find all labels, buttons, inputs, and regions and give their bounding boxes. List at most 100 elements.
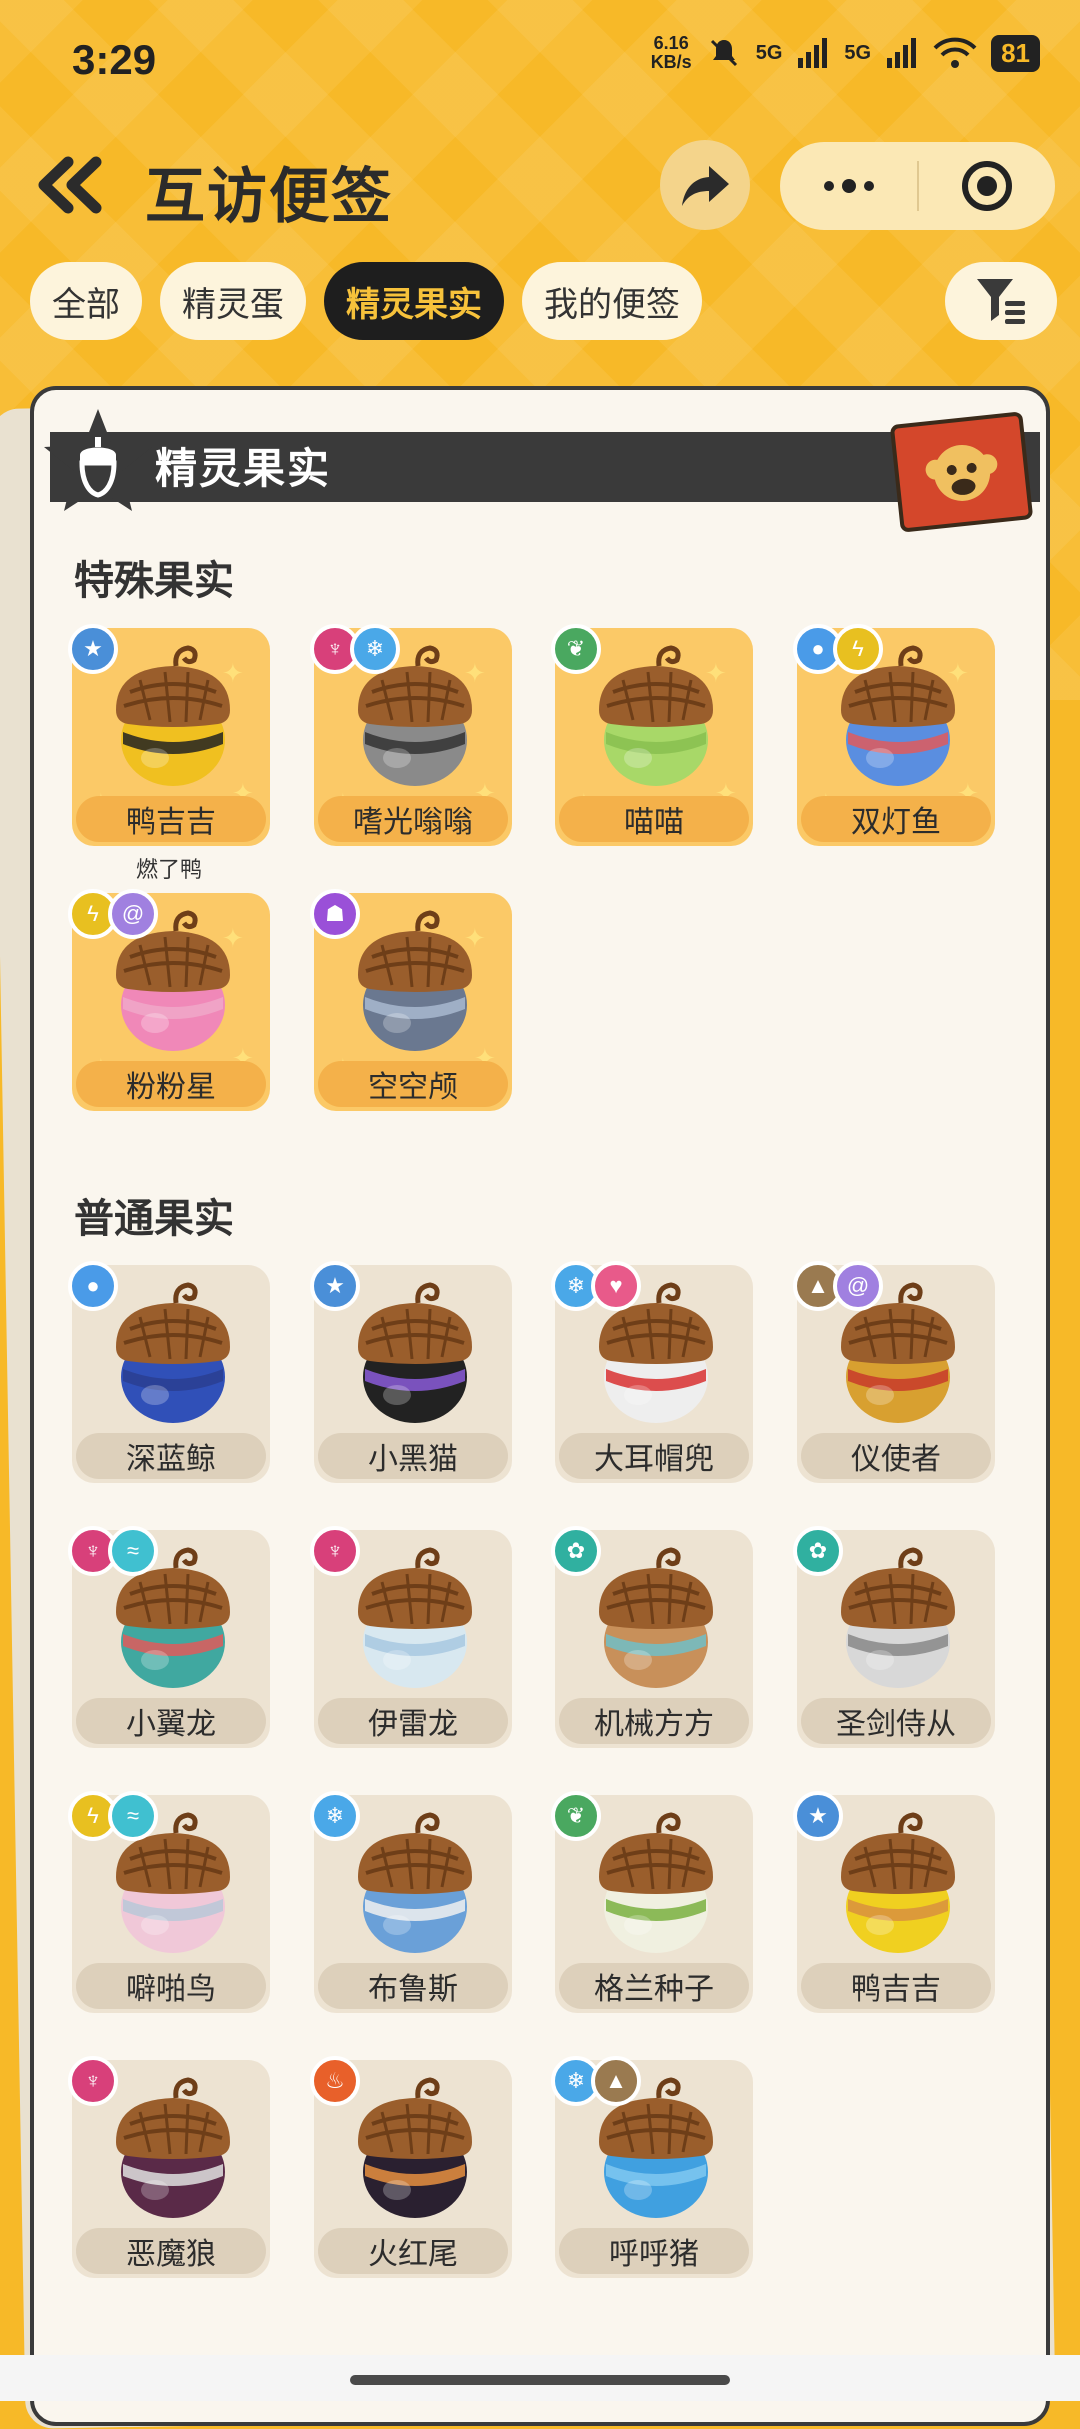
special-fruit-card[interactable]: ✦✦✦●ϟ双灯鱼 — [793, 624, 995, 846]
network-speed-value: 6.16 — [653, 33, 689, 53]
normal-fruit-card[interactable]: ★ 小黑猫 — [310, 1261, 512, 1483]
normal-fruit-card[interactable]: ϟ ≈ 噼啪鸟 — [68, 1791, 270, 2013]
element-badges: ★ — [793, 1791, 843, 1841]
normal-fruit-card[interactable]: ❄ 布鲁斯 — [310, 1791, 512, 2013]
element-badges: ϟ @ — [68, 889, 158, 939]
normal-fruit-card[interactable]: ▲ @ 仪使者 — [793, 1261, 995, 1483]
fruit-name: 火红尾 — [318, 2228, 508, 2274]
normal-fruit-card[interactable]: ❄ ▲ 呼呼猪 — [551, 2056, 753, 2278]
category-tabs: 全部 精灵蛋 精灵果实 我的便签 — [30, 262, 702, 340]
share-button[interactable] — [660, 140, 750, 230]
normal-fruit-card[interactable]: ♆ ≈ 小翼龙 — [68, 1526, 270, 1748]
acorn-fruit-image — [110, 1277, 236, 1427]
fruit-name: 喵喵 — [559, 796, 749, 842]
special-fruit-title: 特殊果实 — [74, 559, 234, 603]
element-badges: ♆ ❄ — [310, 624, 400, 674]
sparkle-icon: ✦ — [705, 658, 727, 688]
mountain-icon: ▲ — [591, 2056, 641, 2106]
tab-2[interactable]: 精灵果实 — [324, 262, 504, 340]
acorn-fruit-image — [593, 640, 719, 790]
fruit-name: 小黑猫 — [318, 1433, 508, 1479]
acorn-fruit-image — [835, 1542, 961, 1692]
special-fruit-card[interactable]: ✦✦✦★鸭吉吉 — [68, 624, 270, 846]
element-badges: ★ — [310, 1261, 360, 1311]
fruit-name: 鸭吉吉 — [76, 796, 266, 842]
mute-bell-icon — [710, 39, 737, 67]
back-button[interactable] — [30, 150, 110, 220]
more-button[interactable] — [780, 142, 917, 230]
fruit-name: 鸭吉吉 — [801, 1963, 991, 2009]
acorn-fruit-image — [352, 1807, 478, 1957]
demon-icon: ♆ — [68, 2056, 118, 2106]
acorn-star-icon — [44, 409, 152, 511]
status-time: 3:29 — [72, 36, 157, 83]
home-indicator[interactable] — [350, 2375, 730, 2385]
network-speed: 6.16 KB/s — [651, 34, 692, 72]
element-badges: ❄ — [310, 1791, 360, 1841]
fire-icon: ♨ — [310, 2056, 360, 2106]
special-fruit-card[interactable]: ✦✦✦☗空空颅 — [310, 889, 512, 1111]
fruit-name: 双灯鱼 — [801, 796, 991, 842]
tab-0[interactable]: 全部 — [30, 262, 142, 340]
spiral-icon: @ — [833, 1261, 883, 1311]
page-title: 互访便签 — [145, 163, 393, 230]
fruit-name: 空空颅 — [318, 1061, 508, 1107]
normal-fruit-card[interactable]: ♆ 伊雷龙 — [310, 1526, 512, 1748]
star-icon: ★ — [793, 1791, 843, 1841]
fruit-name: 仪使者 — [801, 1433, 991, 1479]
fruit-subtitle: 燃了鸭 — [136, 857, 203, 882]
banner-title: 精灵果实 — [155, 445, 332, 492]
lightning-icon: ϟ — [833, 624, 883, 674]
star-icon: ★ — [68, 624, 118, 674]
spiral-icon: @ — [108, 889, 158, 939]
acorn-fruit-image — [593, 1807, 719, 1957]
normal-fruit-card[interactable]: ★ 鸭吉吉 — [793, 1791, 995, 2013]
normal-fruit-card[interactable]: ✿ 机械方方 — [551, 1526, 753, 1748]
normal-fruit-card[interactable]: ● 深蓝鲸 — [68, 1261, 270, 1483]
normal-fruit-card[interactable]: ♨ 火红尾 — [310, 2056, 512, 2278]
signal-icon — [798, 38, 828, 68]
element-badges: ✿ — [551, 1526, 601, 1576]
snowflake-icon: ❄ — [310, 1791, 360, 1841]
special-fruit-card[interactable]: ✦✦✦ϟ@粉粉星 — [68, 889, 270, 1111]
special-fruit-card[interactable]: ✦✦✦♆❄嗜光嗡嗡 — [310, 624, 512, 846]
normal-fruit-card[interactable]: ❄ ♥ 大耳帽兜 — [551, 1261, 753, 1483]
normal-fruit-card[interactable]: ❦ 格兰种子 — [551, 1791, 753, 2013]
star-icon: ★ — [310, 1261, 360, 1311]
target-circle-icon — [962, 161, 1012, 211]
leaf-icon: ❦ — [551, 624, 601, 674]
fruit-name: 恶魔狼 — [76, 2228, 266, 2274]
wind-icon: ≈ — [108, 1791, 158, 1841]
normal-fruit-card[interactable]: ♆ 恶魔狼 — [68, 2056, 270, 2278]
acorn-fruit-image — [352, 1277, 478, 1427]
snowflake-icon: ❄ — [350, 624, 400, 674]
acorn-fruit-image — [835, 1807, 961, 1957]
fruit-name: 机械方方 — [559, 1698, 749, 1744]
tab-3[interactable]: 我的便签 — [522, 262, 702, 340]
tab-1[interactable]: 精灵蛋 — [160, 262, 306, 340]
status-right: 6.16 KB/s 5G 5G 81 — [651, 34, 1040, 72]
water-icon: ● — [68, 1261, 118, 1311]
sparkle-icon: ✦ — [222, 923, 244, 953]
ghost-icon: ☗ — [310, 889, 360, 939]
fruit-name: 粉粉星 — [76, 1061, 266, 1107]
element-badges: ★ — [68, 624, 118, 674]
fruit-name: 格兰种子 — [559, 1963, 749, 2009]
network-speed-unit: KB/s — [650, 52, 692, 72]
leaf-icon: ❦ — [551, 1791, 601, 1841]
fruit-name: 小翼龙 — [76, 1698, 266, 1744]
element-badges: ● ϟ — [793, 624, 883, 674]
sparkle-icon: ✦ — [464, 923, 486, 953]
network-type-2: 5G — [844, 41, 872, 64]
status-bar: 3:29 6.16 KB/s 5G 5G 81 — [0, 0, 1080, 120]
battery-level: 81 — [991, 34, 1040, 72]
acorn-fruit-image — [110, 640, 236, 790]
share-arrow-icon — [682, 166, 729, 206]
filter-button[interactable] — [945, 262, 1057, 340]
sparkle-icon: ✦ — [222, 658, 244, 688]
close-mini-program-button[interactable] — [919, 142, 1055, 230]
fruit-name: 呼呼猪 — [559, 2228, 749, 2274]
element-badges: ♆ — [68, 2056, 118, 2106]
special-fruit-card[interactable]: ✦✦✦❦喵喵 — [551, 624, 753, 846]
normal-fruit-card[interactable]: ✿ 圣剑侍从 — [793, 1526, 995, 1748]
